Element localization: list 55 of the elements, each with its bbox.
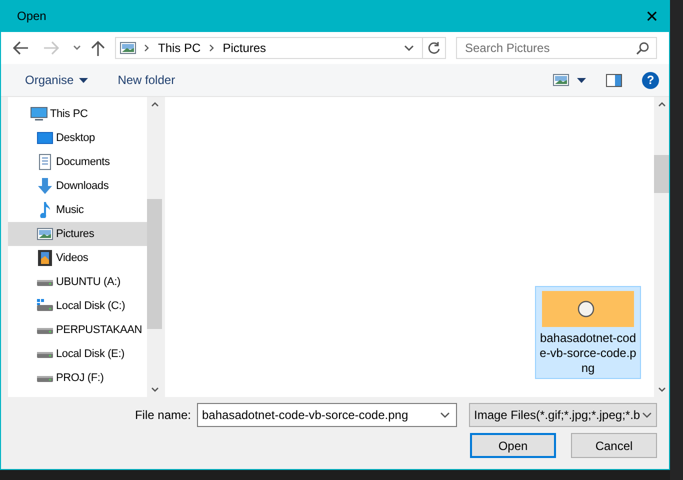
dropdown-caret-icon (642, 412, 652, 418)
scroll-down-icon[interactable] (150, 387, 158, 392)
back-icon[interactable] (13, 41, 29, 55)
file-name-label: File name: (134, 408, 191, 422)
file-type-dropdown[interactable]: Image Files(*.gif;*.jpg;*.jpeg;*.b (469, 403, 657, 427)
sidebar-item[interactable]: Local Disk (C:) (8, 294, 147, 318)
caret-icon (78, 78, 88, 82)
scrollbar-thumb[interactable] (147, 199, 162, 329)
file-item[interactable]: bahasadotnet-code-vb-sorce-code.png (535, 286, 641, 379)
scroll-down-icon[interactable] (658, 387, 666, 392)
help-button[interactable]: ? (642, 72, 659, 88)
image-icon (36, 226, 54, 242)
sidebar-item[interactable]: PERPUSTAKAAN (8, 318, 147, 342)
organise-menu-button[interactable]: Organise (19, 71, 94, 89)
dropdown-caret-icon[interactable] (440, 412, 450, 418)
preview-pane-icon[interactable] (606, 74, 622, 86)
scroll-up-icon[interactable] (658, 102, 666, 107)
sidebar-item[interactable]: Desktop (8, 126, 147, 150)
sidebar-item[interactable]: Music (8, 198, 147, 222)
file-name-field[interactable]: bahasadotnet-code-vb-sorce-code.png (197, 403, 457, 427)
sidebar-item[interactable]: Local Disk (E:) (8, 342, 147, 366)
sidebar-item[interactable]: Pictures (8, 222, 147, 246)
document-icon (36, 154, 54, 170)
sidebar-item[interactable]: This PC (8, 102, 147, 126)
up-icon[interactable] (91, 40, 105, 56)
chevron-icon (208, 44, 215, 52)
desktop-icon (36, 130, 54, 146)
address-bar[interactable]: This PC Pictures (115, 37, 446, 59)
sidebar-item[interactable]: Videos (8, 246, 147, 270)
scroll-up-icon[interactable] (150, 102, 158, 107)
download-icon (36, 178, 54, 194)
sidebar-item[interactable]: PROJ (F:) (8, 366, 147, 390)
dropdown-caret-icon[interactable] (404, 44, 414, 52)
cancel-button[interactable]: Cancel (571, 433, 657, 458)
new-folder-button[interactable]: New folder (112, 71, 182, 89)
sidebar-item[interactable]: Documents (8, 150, 147, 174)
image-icon (120, 42, 136, 54)
scrollbar-thumb[interactable] (654, 155, 669, 193)
open-button[interactable]: Open (470, 433, 556, 458)
chevron-icon (144, 44, 150, 52)
breadcrumb-item[interactable]: Pictures (222, 41, 266, 55)
view-icon[interactable] (553, 74, 569, 86)
sidebar-item[interactable]: Downloads (8, 174, 147, 198)
dropdown-caret-icon[interactable] (577, 78, 586, 82)
drive-icon (36, 298, 54, 314)
refresh-icon[interactable] (427, 41, 441, 55)
sidebar-item[interactable]: UBUNTU (A:) (8, 270, 147, 294)
film-icon (36, 250, 54, 266)
window-title: Open (17, 9, 46, 23)
close-button[interactable]: ✕ (635, 0, 669, 32)
breadcrumb-item[interactable]: This PC (158, 41, 201, 55)
search-field[interactable]: Search Pictures (456, 37, 657, 59)
dropdown-caret-icon[interactable] (73, 45, 81, 51)
search-icon (636, 42, 649, 55)
computer-icon (30, 106, 48, 122)
